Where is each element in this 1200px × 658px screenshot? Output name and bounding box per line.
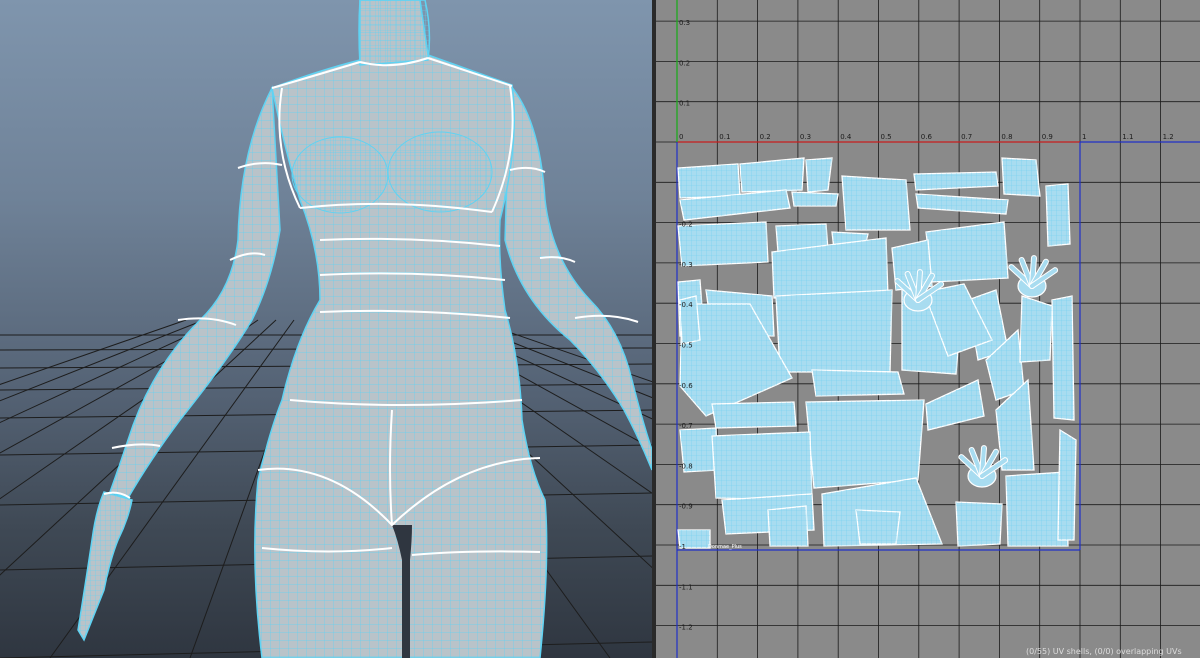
uv-shell-wire [776, 290, 892, 372]
uv-shell-wire [926, 222, 1008, 282]
uv-shell-wire [678, 164, 740, 198]
uv-shell-wire [1002, 158, 1040, 196]
v-axis-label: 0.1 [679, 100, 690, 108]
v-axis-label: -1.1 [679, 583, 693, 591]
maya-workspace: 0 0.1 0.2 0.3 0.4 0.5 0.6 0.7 0.8 0.9 1 1.1 1.2 0.3 0.… [0, 0, 1200, 658]
v-axis-label: -0.9 [679, 503, 693, 511]
uv-shell-wire [712, 402, 796, 428]
uv-shell-wire [956, 502, 1002, 546]
uv-shell-wire [842, 176, 910, 230]
v-axis-label: -0.8 [679, 462, 693, 470]
uv-shell-wire [856, 510, 900, 544]
uv-shell-hand[interactable] [958, 445, 1009, 488]
uv-shell-wire [1052, 296, 1074, 420]
perspective-viewport[interactable] [0, 0, 652, 658]
u-axis-label: 0.1 [719, 133, 730, 141]
u-axis-label: 0.2 [760, 133, 771, 141]
v-axis-label: -0.2 [679, 221, 693, 229]
u-axis-label: 0.6 [921, 133, 933, 141]
uv-shell-wire [712, 432, 812, 500]
mesh-neck [358, 0, 431, 66]
viewport-scene [0, 0, 652, 658]
shell-badge-text: Donmae_Plus [708, 544, 742, 550]
v-axis-label: 0.3 [679, 19, 690, 27]
uv-shell-hand[interactable] [1008, 255, 1059, 298]
uv-shell-wire [740, 158, 804, 192]
floor-grid-line [0, 319, 277, 576]
v-axis-label: -1.2 [679, 624, 693, 632]
uv-shell-wire [806, 158, 832, 192]
uv-editor-panel[interactable]: 0 0.1 0.2 0.3 0.4 0.5 0.6 0.7 0.8 0.9 1 1.1 1.2 0.3 0.… [656, 0, 1200, 658]
uv-shell-wire [806, 400, 924, 488]
uv-shells[interactable] [677, 157, 1077, 549]
uv-shell-wire [914, 172, 998, 190]
u-axis-label: 0.8 [1001, 133, 1012, 141]
u-axis-label: 0.5 [881, 133, 892, 141]
v-axis-label: -0.6 [679, 382, 693, 390]
uv-shell-wire [768, 506, 808, 546]
v-axis-label: -1 [679, 543, 686, 551]
v-axis-label: -0.4 [679, 301, 693, 309]
uv-shell-wire [812, 370, 904, 396]
u-axis-label: 0.9 [1042, 133, 1053, 141]
uv-shell-wire [792, 192, 838, 206]
v-axis-label: 0.2 [679, 59, 690, 67]
uv-shell-wire [926, 380, 984, 430]
u-axis-label: 0.3 [800, 133, 811, 141]
v-axis-label: -0.3 [679, 261, 693, 269]
v-axis-label: -0.5 [679, 342, 693, 350]
uv-shell-wire [916, 194, 1008, 214]
u-axis-label: 0.4 [840, 133, 852, 141]
uv-canvas[interactable]: 0 0.1 0.2 0.3 0.4 0.5 0.6 0.7 0.8 0.9 1 1.1 1.2 0.3 0.… [656, 0, 1200, 658]
uv-shell-wire [1046, 184, 1070, 246]
uv-shell-wire [1020, 296, 1052, 362]
uv-status-text: (0/55) UV shells, (0/0) overlapping UVs [1026, 647, 1182, 656]
u-axis-label: 1.1 [1122, 133, 1133, 141]
uv-shell-wire [1058, 430, 1076, 540]
v-axis-label: -0.7 [679, 422, 693, 430]
u-axis-label: 0 [679, 133, 683, 141]
u-axis-label: 1.2 [1163, 133, 1174, 141]
u-axis-label: 1 [1082, 133, 1086, 141]
u-axis-label: 0.7 [961, 133, 972, 141]
character-mesh[interactable] [77, 0, 652, 658]
